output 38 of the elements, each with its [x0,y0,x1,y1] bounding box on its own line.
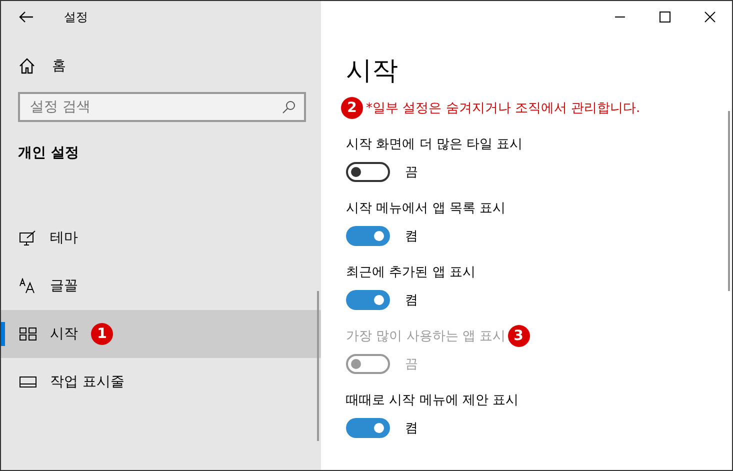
toggle-state: 끔 [405,356,418,373]
window-title: 설정 [64,8,88,26]
setting-label: 시작 화면에 더 많은 타일 표시 [346,136,523,153]
home-link[interactable]: 홈 [19,56,79,76]
brush-screen-icon [19,230,37,246]
toggle-state: 켬 [405,420,418,437]
sidebar-item[interactable]: 작업 표시줄 [1,358,321,406]
back-icon[interactable] [19,11,33,23]
sidebar-item[interactable]: 테마 [1,214,321,262]
policy-notice: *일부 설정은 숨겨지거나 조직에서 관리합니다. [366,100,640,117]
page-title: 시작 [346,55,398,88]
number-badge: 3 [508,325,530,347]
setting-label: 가장 많이 사용하는 앱 표시 [346,328,506,345]
close-icon[interactable] [704,11,716,23]
scrollbar[interactable] [728,111,730,291]
taskbar-icon [19,376,37,388]
tiles-icon [19,327,37,341]
font-icon [19,278,37,294]
toggle-switch[interactable] [346,226,390,246]
sidebar-item[interactable]: 글꼴 [1,262,321,310]
number-badge: 2 [341,97,363,119]
toggle-switch[interactable] [346,290,390,310]
toggle-state: 켬 [405,228,418,245]
toggle-state: 끔 [405,164,418,181]
search-field[interactable]: 설정 검색 [18,92,306,122]
toggle-switch[interactable] [346,418,390,438]
toggle-state: 켬 [405,292,418,309]
search-icon [282,100,296,114]
maximize-icon[interactable] [659,11,671,23]
home-icon [19,58,35,74]
setting-label: 시작 메뉴에서 앱 목록 표시 [346,200,506,217]
setting-label: 최근에 추가된 앱 표시 [346,264,476,281]
scrollbar[interactable] [317,291,319,441]
toggle-switch[interactable] [346,162,390,182]
section-heading: 개인 설정 [18,144,79,162]
sidebar-item[interactable]: 시작 1 [1,310,321,358]
number-badge: 1 [91,323,113,345]
setting-label: 때때로 시작 메뉴에 제안 표시 [346,392,519,409]
